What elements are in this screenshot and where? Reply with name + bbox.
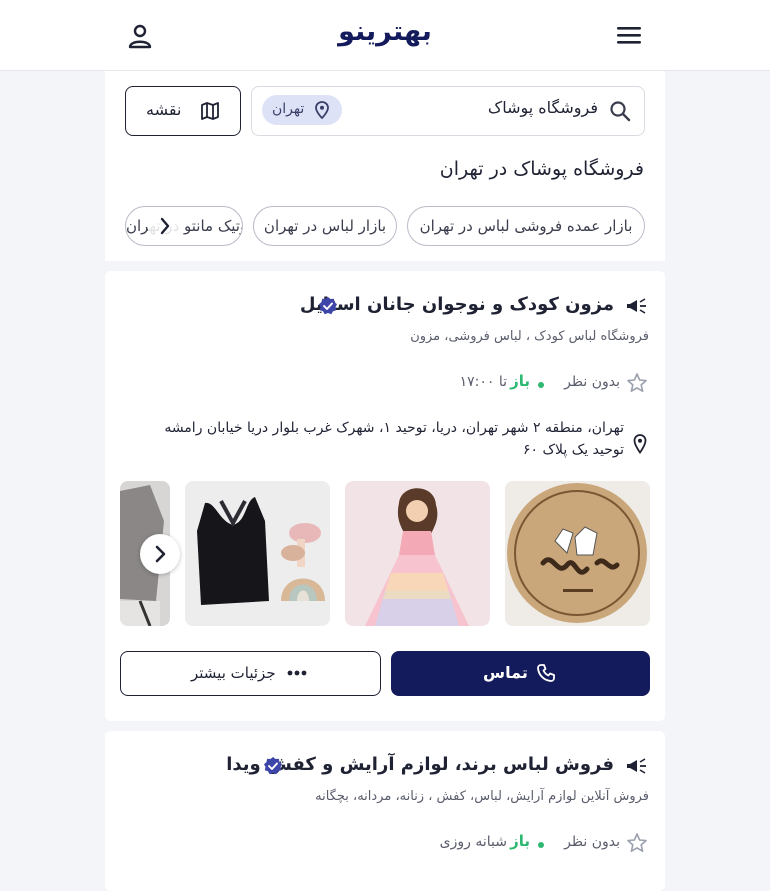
gallery-photo-dress[interactable] — [345, 481, 490, 626]
opening-hours: شبانه روزی — [439, 834, 507, 850]
open-dot — [538, 382, 544, 388]
promoted-icon — [627, 758, 646, 774]
search-icon[interactable] — [608, 99, 632, 123]
gallery-photo-logo[interactable] — [505, 481, 650, 626]
listing-categories: فروش آنلاین لوازم آرایش، لباس، کفش ، زنا… — [315, 789, 649, 804]
chips-scroll-arrow[interactable] — [148, 207, 182, 245]
chip-clothes-market[interactable]: بازار لباس در تهران — [253, 206, 397, 246]
chevron-right-icon — [155, 545, 166, 563]
more-details-button[interactable]: جزئیات بیشتر — [120, 651, 381, 696]
more-details-label: جزئیات بیشتر — [191, 664, 276, 682]
top-bar: بهترینو — [0, 0, 770, 71]
call-button[interactable]: تماس — [391, 651, 650, 696]
rating-row: بدون نظر باز شبانه روزی — [0, 832, 770, 856]
verified-badge-icon — [264, 757, 282, 775]
map-label: نقشه — [146, 100, 182, 119]
site-logo[interactable]: بهترینو — [0, 16, 770, 47]
open-status: باز — [510, 832, 530, 850]
dress-image — [345, 481, 490, 626]
no-rating-text: بدون نظر — [564, 374, 620, 390]
chip-wholesale-market[interactable]: بازار عمده فروشی لباس در تهران — [407, 206, 645, 246]
open-dot — [538, 842, 544, 848]
promoted-icon — [627, 298, 646, 314]
search-query: فروشگاه پوشاک — [487, 98, 598, 117]
related-chips: بازار عمده فروشی لباس در تهران بازار لبا… — [125, 206, 645, 246]
vest-image — [185, 481, 330, 626]
no-rating-text: بدون نظر — [564, 834, 620, 850]
listing-categories: فروشگاه لباس کودک ، لباس فروشی، مزون — [410, 329, 649, 344]
map-icon — [201, 102, 219, 120]
location-pin-icon — [633, 434, 647, 454]
menu-icon[interactable] — [616, 24, 642, 46]
brand-logo-image — [505, 481, 650, 626]
city-label: تهران — [272, 101, 305, 117]
chip-boutique[interactable]: بوتیک مانتو در تهران — [125, 206, 243, 246]
city-selector[interactable]: تهران — [262, 95, 342, 125]
listing-title[interactable]: مزون کودک و نوجوان جانان استایل — [300, 294, 614, 315]
gallery-photo-vest[interactable] — [185, 481, 330, 626]
opening-hours: تا ۱۷:۰۰ — [459, 374, 507, 390]
rating-row: بدون نظر باز تا ۱۷:۰۰ — [0, 372, 770, 396]
gallery-next-button[interactable] — [140, 534, 180, 574]
map-button[interactable]: نقشه — [125, 86, 241, 136]
location-pin-icon — [315, 101, 329, 119]
call-label: تماس — [483, 663, 528, 682]
verified-badge-icon — [319, 297, 337, 315]
page-title: فروشگاه پوشاک در تهران — [439, 158, 644, 180]
listing-title[interactable]: فروش لباس برند، لوازم آرایش و کفش ویدا — [226, 754, 614, 775]
more-dots-icon — [287, 670, 307, 676]
user-icon[interactable] — [126, 22, 154, 50]
phone-icon — [537, 664, 555, 682]
open-status: باز — [510, 372, 530, 390]
listing-address: تهران، منطقه ۲ شهر تهران، دریا، توحید ۱،… — [164, 420, 624, 458]
